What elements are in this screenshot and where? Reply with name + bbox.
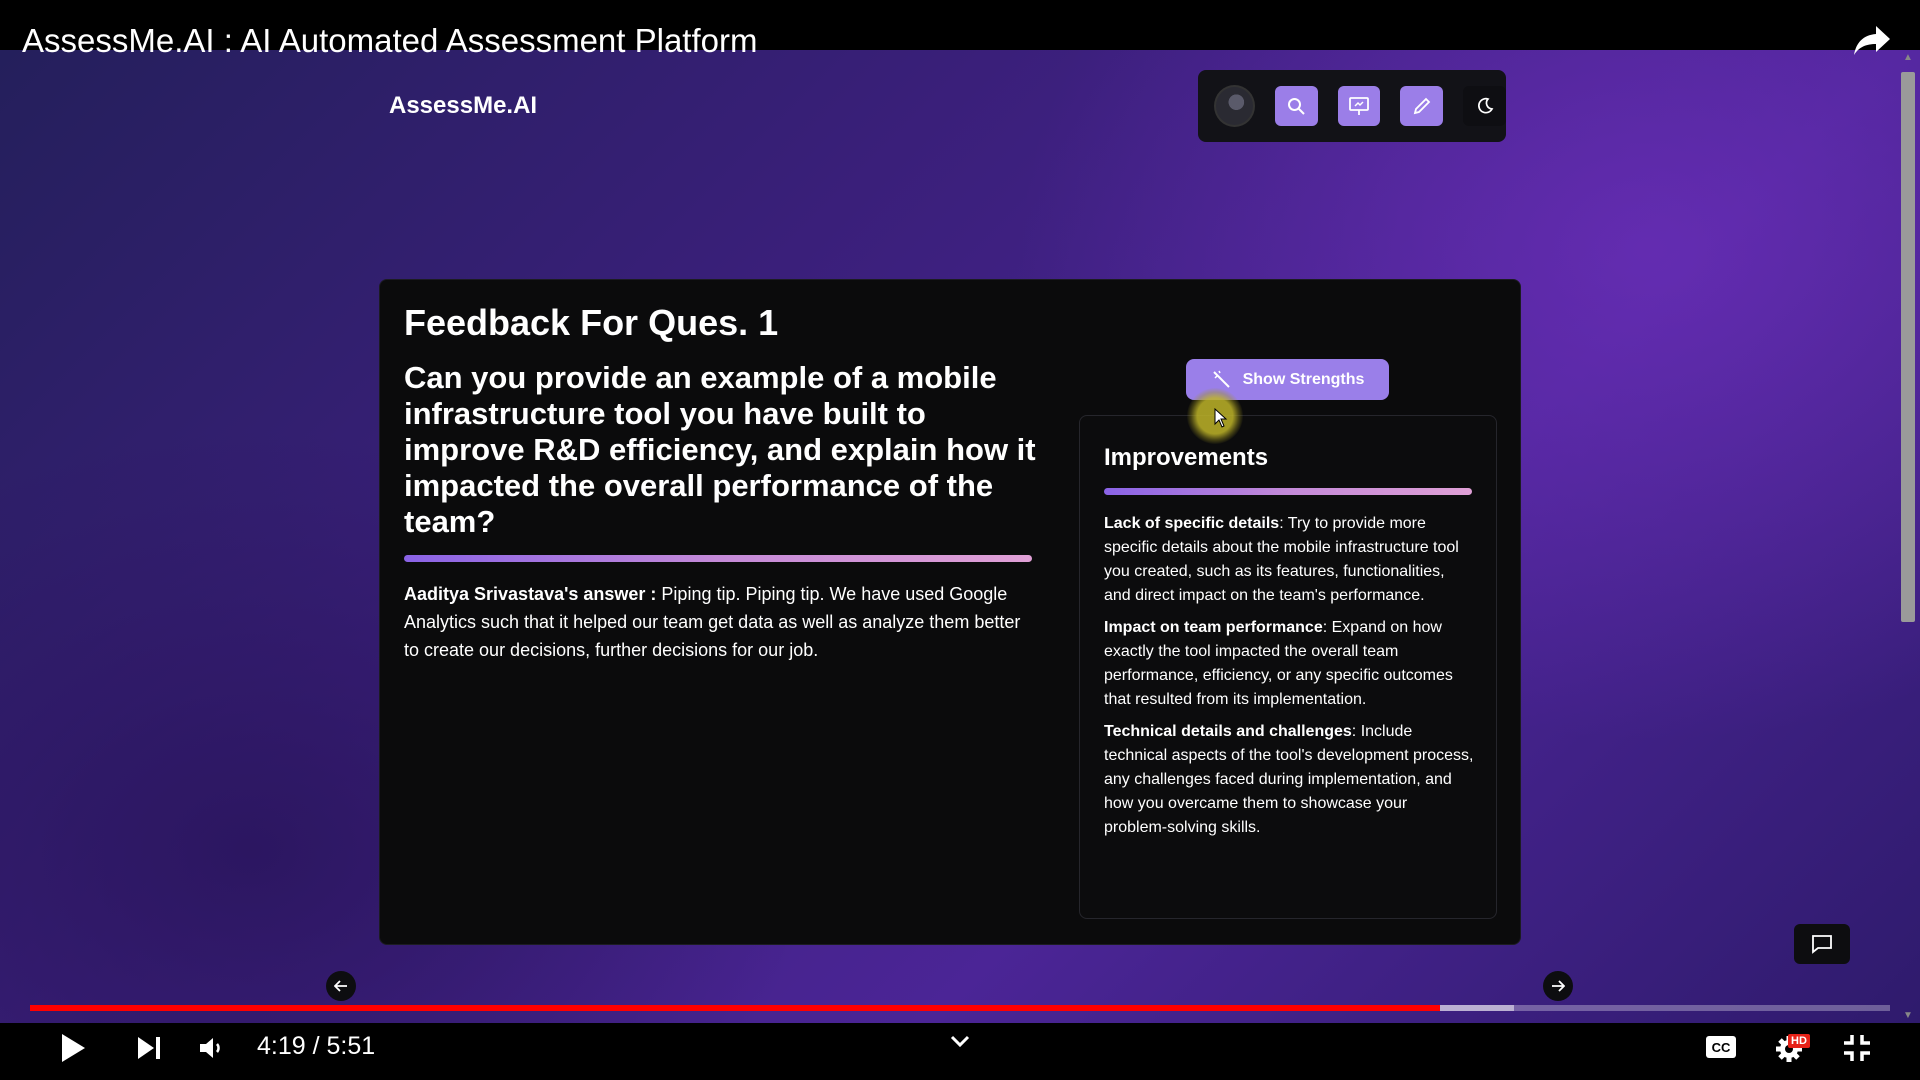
moon-icon: [1477, 97, 1493, 114]
question-text: Can you provide an example of a mobile i…: [404, 360, 1036, 539]
list-item: Impact on team performance: Expand on ho…: [1104, 616, 1474, 712]
divider-bar: [1104, 488, 1472, 495]
improvement-label: Impact on team performance: [1104, 619, 1323, 636]
search-icon: [1288, 98, 1306, 115]
search-button[interactable]: [1274, 86, 1318, 126]
app-toolbar: [1198, 70, 1506, 142]
scroll-up-icon[interactable]: ▲: [1903, 52, 1913, 63]
svg-text:CC: CC: [1712, 1040, 1731, 1055]
show-strengths-label: Show Strengths: [1242, 370, 1365, 388]
edit-button[interactable]: [1400, 86, 1444, 126]
time-display: 4:19 / 5:51: [257, 1032, 376, 1060]
prev-question-button[interactable]: [326, 971, 356, 1001]
improvements-list: Lack of specific details: Try to provide…: [1104, 512, 1474, 848]
skip-next-icon: [138, 1037, 160, 1059]
divider-bar: [404, 555, 1032, 562]
mouse-cursor-icon: [1214, 407, 1228, 433]
answer-block: Aaditya Srivastava's answer : Piping tip…: [404, 580, 1034, 664]
arrow-right-icon: [1552, 980, 1565, 992]
scrollbar-thumb[interactable]: [1901, 72, 1915, 622]
next-question-button[interactable]: [1543, 971, 1573, 1001]
presentation-icon: [1349, 97, 1369, 115]
exit-fullscreen-button[interactable]: [1840, 1032, 1874, 1064]
hd-badge: HD: [1788, 1034, 1810, 1048]
exit-fullscreen-icon: [1844, 1035, 1870, 1061]
magic-wand-icon: [1212, 370, 1230, 388]
pencil-icon: [1413, 97, 1431, 115]
play-icon: [62, 1034, 85, 1062]
presentation-button[interactable]: [1337, 86, 1381, 126]
expand-button[interactable]: [948, 1030, 972, 1052]
feedback-heading: Feedback For Ques. 1: [404, 302, 779, 343]
feedback-card: Feedback For Ques. 1 Can you provide an …: [379, 279, 1521, 945]
volume-button[interactable]: [197, 1033, 227, 1063]
theme-toggle-button[interactable]: [1463, 86, 1506, 126]
scroll-down-icon[interactable]: ▼: [1903, 1010, 1913, 1021]
list-item: Technical details and challenges: Includ…: [1104, 720, 1474, 840]
app-brand: AssessMe.AI: [389, 92, 538, 119]
arrow-left-icon: [334, 980, 347, 992]
improvements-panel: Improvements Lack of specific details: T…: [1079, 415, 1497, 919]
chat-icon: [1812, 935, 1832, 954]
play-button[interactable]: [56, 1030, 90, 1066]
progress-played: [30, 1005, 1440, 1011]
captions-button[interactable]: CC: [1704, 1034, 1738, 1060]
list-item: Lack of specific details: Try to provide…: [1104, 512, 1474, 608]
video-title[interactable]: AssessMe.AI : AI Automated Assessment Pl…: [22, 22, 757, 60]
chat-button[interactable]: [1794, 924, 1850, 964]
next-video-button[interactable]: [134, 1033, 164, 1063]
share-icon[interactable]: [1852, 24, 1892, 64]
volume-icon: [200, 1038, 220, 1058]
captions-icon: CC: [1706, 1036, 1736, 1058]
improvement-label: Technical details and challenges: [1104, 723, 1352, 740]
avatar[interactable]: [1214, 85, 1255, 127]
improvement-label: Lack of specific details: [1104, 515, 1280, 532]
improvements-title: Improvements: [1104, 444, 1269, 471]
chevron-down-icon: [950, 1035, 970, 1047]
answer-label: Aaditya Srivastava's answer :: [404, 584, 657, 604]
